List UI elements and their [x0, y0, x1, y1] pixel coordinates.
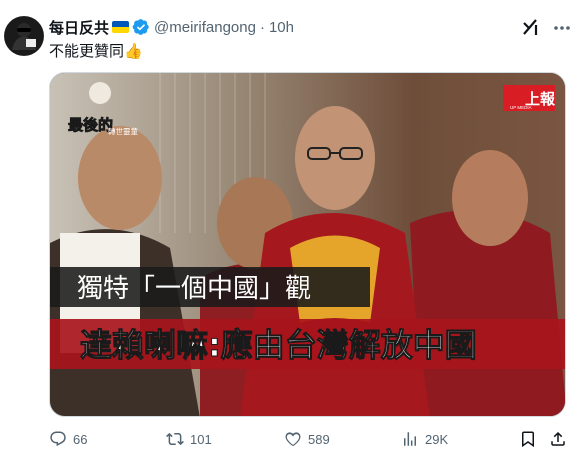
tweet-actions: 66 101 589 29K [49, 428, 574, 450]
media-photo: 最後的 轉世靈童 上報 UP MEDIA 獨特「一個中國」觀 達賴喇嘛:應由台灣… [50, 73, 565, 416]
views-icon [404, 432, 416, 446]
tweet-card[interactable]: 每日反共 @meirifangong · 10h 不能更贊同👍 最後的 轉世靈童… [0, 0, 588, 467]
like-icon [285, 432, 301, 447]
tweet-text: 不能更贊同👍 [49, 42, 143, 60]
logo-sub-text: UP MEDIA [510, 105, 532, 110]
bookmark-icon [522, 431, 534, 448]
user-handle[interactable]: @meirifangong [154, 19, 256, 36]
avatar-icon [4, 16, 44, 56]
retweet-icon [166, 432, 184, 446]
tweet-media-image[interactable]: 最後的 轉世靈童 上報 UP MEDIA 獨特「一個中國」觀 達賴喇嘛:應由台灣… [49, 72, 566, 417]
ukraine-flag-icon [112, 21, 130, 33]
retweet-count: 101 [190, 431, 212, 447]
badge-text-2: 轉世靈童 [108, 126, 138, 136]
media-logo-top-right: 上報 UP MEDIA [503, 85, 556, 111]
like-count: 589 [308, 431, 330, 447]
retweet-button[interactable]: 101 [166, 428, 212, 450]
grok-icon[interactable] [521, 17, 541, 37]
separator-dot: · [259, 18, 265, 36]
views-count: 29K [425, 431, 449, 447]
share-button[interactable] [549, 428, 567, 450]
reply-icon [50, 431, 66, 447]
display-name[interactable]: 每日反共 [49, 17, 109, 38]
reply-button[interactable]: 66 [49, 428, 87, 450]
bookmark-button[interactable] [519, 428, 537, 450]
views-button[interactable]: 29K [401, 428, 448, 450]
headline-line-2: 達賴喇嘛:應由台灣解放中國 [80, 326, 477, 364]
share-icon [551, 431, 565, 446]
like-button[interactable]: 589 [284, 428, 330, 450]
badge-text-1: 最後的 [68, 116, 113, 134]
verified-badge-icon [132, 19, 149, 35]
tweet-header: 每日反共 @meirifangong · 10h [49, 17, 294, 37]
reply-count: 66 [73, 431, 88, 447]
more-icon[interactable] [552, 18, 572, 38]
headline-line-1: 獨特「一個中國」觀 [77, 274, 311, 304]
avatar[interactable] [4, 16, 44, 56]
timestamp[interactable]: 10h [269, 19, 294, 36]
